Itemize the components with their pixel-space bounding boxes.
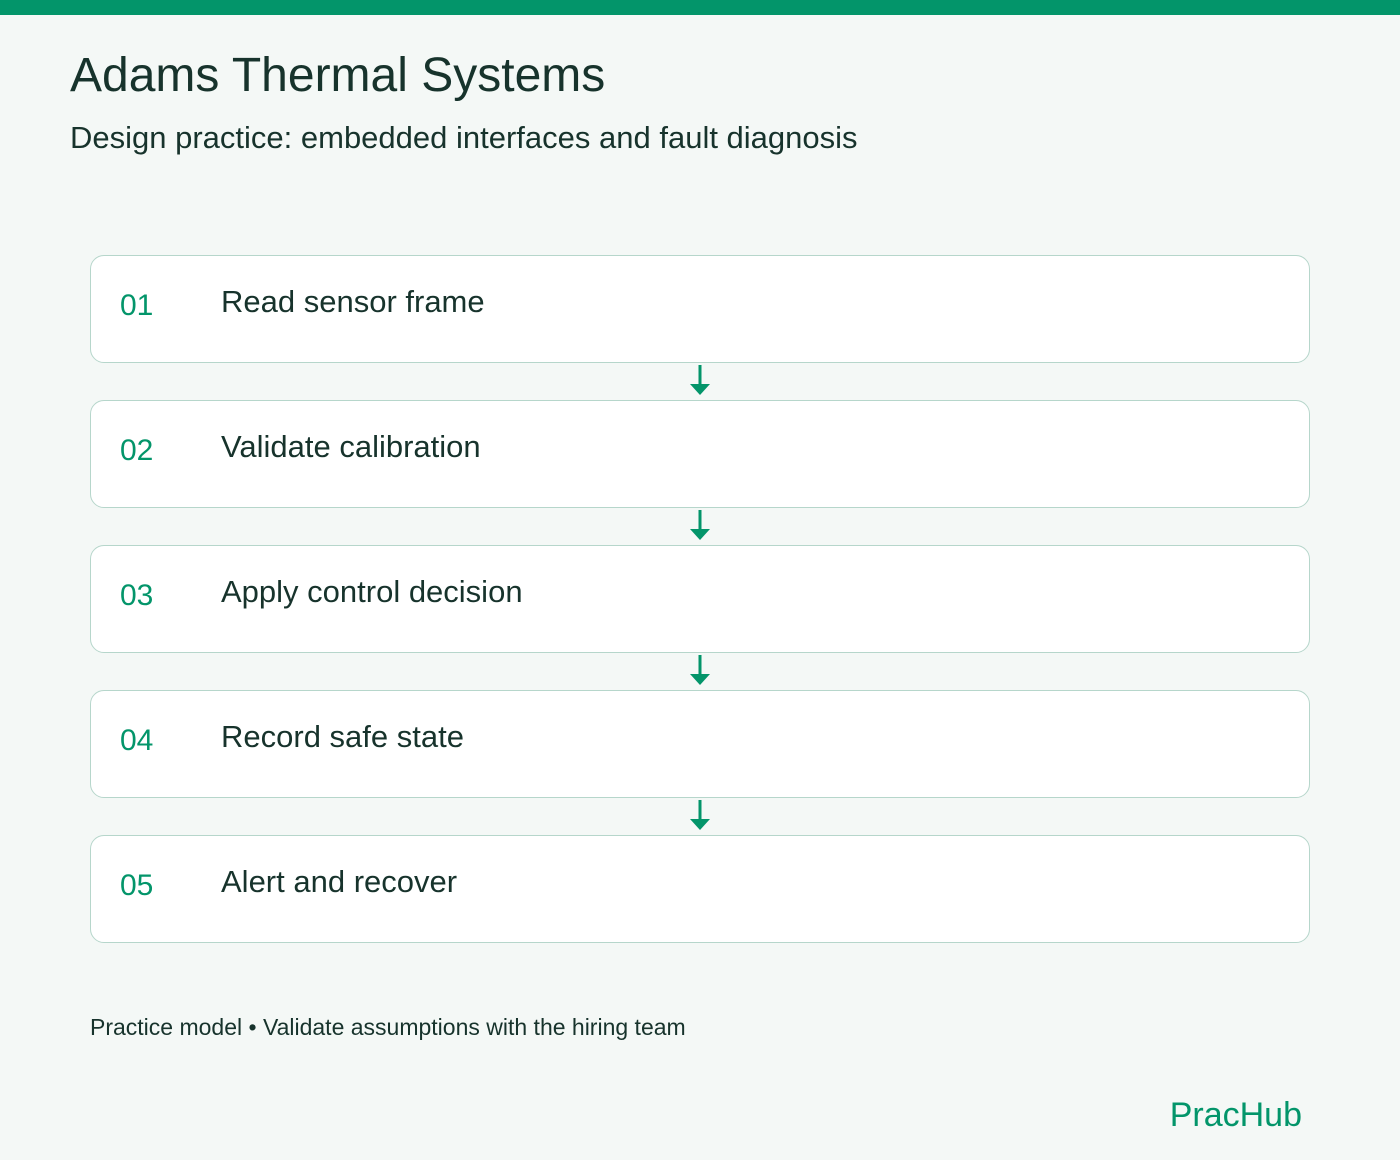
- arrow-down-icon: [690, 365, 710, 395]
- footer-note: Practice model • Validate assumptions wi…: [90, 1014, 686, 1040]
- step-label: Record safe state: [221, 719, 464, 754]
- page-subtitle: Design practice: embedded interfaces and…: [70, 120, 858, 155]
- step-label: Apply control decision: [221, 574, 523, 609]
- top-accent-bar: [0, 0, 1400, 15]
- step-label: Alert and recover: [221, 864, 458, 899]
- brand-logo: PracHub: [1169, 1096, 1302, 1134]
- step-number: 04: [120, 724, 154, 757]
- step-card-4: 04 Record safe state: [90, 690, 1310, 798]
- step-card-2: 02 Validate calibration: [90, 400, 1310, 508]
- step-number: 03: [120, 579, 154, 612]
- arrow-down-icon: [690, 800, 710, 830]
- step-number: 01: [120, 289, 154, 322]
- arrow-down-icon: [690, 655, 710, 685]
- step-label: Validate calibration: [221, 429, 481, 464]
- step-card-1: 01 Read sensor frame: [90, 255, 1310, 363]
- step-card-5: 05 Alert and recover: [90, 835, 1310, 943]
- step-card-3: 03 Apply control decision: [90, 545, 1310, 653]
- arrow-down-icon: [690, 510, 710, 540]
- step-label: Read sensor frame: [221, 284, 485, 319]
- step-number: 05: [120, 869, 154, 902]
- step-number: 02: [120, 434, 154, 467]
- page-title: Adams Thermal Systems: [70, 49, 606, 102]
